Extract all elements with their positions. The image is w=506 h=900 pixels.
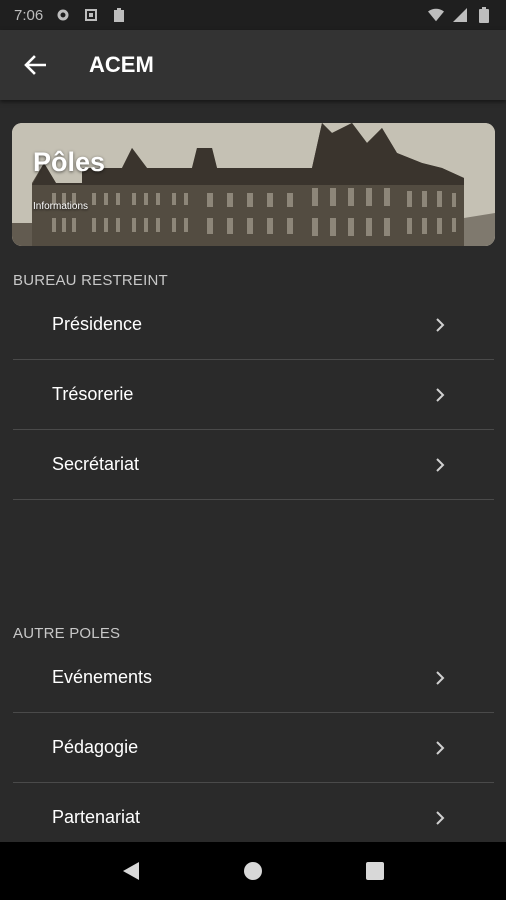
back-button[interactable] (0, 30, 70, 100)
list-item-secretariat[interactable]: Secrétariat (13, 430, 494, 500)
battery-icon (476, 7, 492, 23)
chevron-right-icon (436, 387, 445, 402)
clipboard-icon (111, 7, 127, 23)
list-item-label: Partenariat (52, 807, 141, 827)
list-item-label: Présidence (52, 314, 143, 334)
status-time: 7:06 (14, 6, 44, 24)
app-bar: ACEM (0, 30, 506, 100)
nav-back-button[interactable] (111, 851, 151, 891)
triangle-back-icon (123, 862, 139, 880)
list-item-tresorerie[interactable]: Trésorerie (13, 360, 494, 430)
wifi-icon (428, 7, 444, 23)
content: Pôles Informations BUREAU RESTREINT Prés… (0, 100, 506, 842)
page-title: ACEM (89, 52, 154, 77)
chevron-right-icon (436, 740, 445, 755)
circle-home-icon (244, 862, 262, 880)
settings-icon (55, 7, 71, 23)
list-item-partenariat[interactable]: Partenariat (13, 783, 494, 842)
banner-title: Pôles (33, 147, 106, 177)
chevron-right-icon (436, 317, 445, 332)
square-recents-icon (366, 862, 384, 880)
list-item-pedagogie[interactable]: Pédagogie (13, 713, 494, 783)
chevron-right-icon (436, 670, 445, 685)
status-bar: 7:06 (0, 0, 506, 30)
section-header-autre: AUTRE POLES (13, 625, 121, 642)
list-item-label: Pédagogie (52, 737, 139, 757)
section-header-bureau: BUREAU RESTREINT (13, 272, 168, 289)
arrow-left-icon (24, 55, 46, 75)
list-item-evenements[interactable]: Evénements (13, 643, 494, 713)
list-item-label: Evénements (52, 667, 153, 687)
nav-recents-button[interactable] (355, 851, 395, 891)
system-nav-bar (0, 842, 506, 900)
list-item-label: Trésorerie (52, 384, 134, 404)
list-item-presidence[interactable]: Présidence (13, 290, 494, 360)
building-illustration (12, 123, 495, 246)
nav-home-button[interactable] (233, 851, 273, 891)
chevron-right-icon (436, 810, 445, 825)
sim-icon (83, 7, 99, 23)
chevron-right-icon (436, 457, 445, 472)
banner-subtitle: Informations (33, 201, 89, 212)
signal-icon (452, 7, 468, 23)
list-item-label: Secrétariat (52, 454, 140, 474)
poles-banner[interactable]: Pôles Informations (12, 123, 495, 246)
